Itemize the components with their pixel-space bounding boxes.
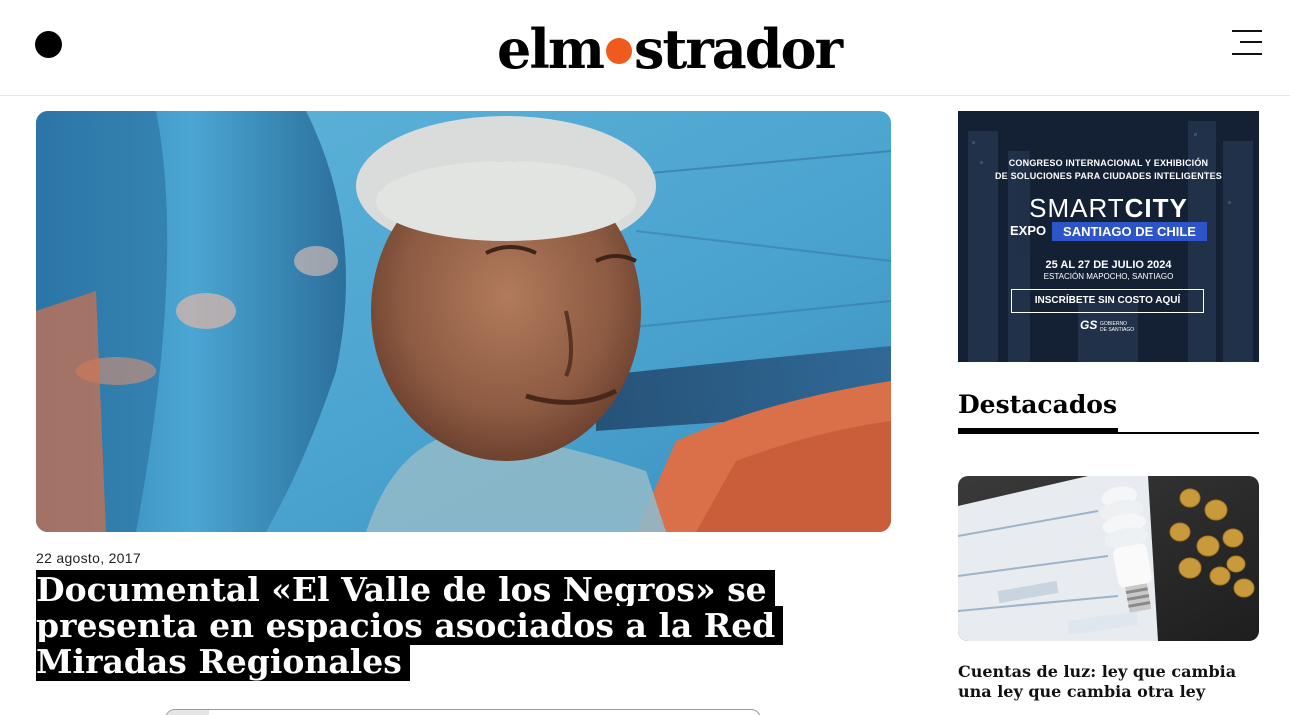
- ad-sponsor-logo: GS: [1080, 318, 1098, 332]
- ad-expo-label: EXPO: [1010, 223, 1047, 238]
- hamburger-menu-icon[interactable]: [1230, 30, 1262, 56]
- logo-text-start: elm: [497, 17, 605, 81]
- logo-dot-icon: [606, 37, 633, 64]
- ad-dates: 25 AL 27 DE JULIO 2024: [1045, 259, 1172, 271]
- section-divider-accent: [958, 428, 1118, 433]
- logo-text-end: strador: [634, 17, 843, 81]
- share-bar-handle: [166, 710, 209, 715]
- article-date: 22 agosto, 2017: [36, 550, 141, 566]
- share-bar[interactable]: [165, 709, 761, 715]
- article-title-text: Documental «El Valle de los Negros» se p…: [36, 570, 784, 681]
- site-logo[interactable]: elm strador: [497, 17, 843, 81]
- featured-card-title[interactable]: Cuentas de luz: ley que cambia una ley q…: [958, 662, 1258, 702]
- circle-icon[interactable]: [35, 31, 62, 58]
- section-title-destacados: Destacados: [958, 390, 1118, 419]
- ad-smartcity-logo: SMARTCITY: [1029, 193, 1188, 223]
- article-hero-image[interactable]: [36, 111, 891, 532]
- smartcity-ad-banner[interactable]: CONGRESO INTERNACIONAL Y EXHIBICIÓN DE S…: [958, 111, 1259, 362]
- featured-card-image[interactable]: [958, 476, 1259, 641]
- ad-expo-location: SANTIAGO DE CHILE: [1052, 222, 1207, 241]
- ad-venue: ESTACIÓN MAPOCHO, SANTIAGO: [1043, 272, 1174, 281]
- ad-line-1: CONGRESO INTERNACIONAL Y EXHIBICIÓN: [1008, 158, 1209, 168]
- site-header: elm strador: [0, 0, 1290, 96]
- article-title: Documental «El Valle de los Negros» se p…: [36, 570, 896, 681]
- ad-line-2: DE SOLUCIONES PARA CIUDADES INTELIGENTES: [994, 171, 1223, 181]
- ad-sponsor-name: GOBIERNO DE SANTIAGO: [1100, 321, 1135, 333]
- ad-cta-button[interactable]: INSCRÍBETE SIN COSTO AQUÍ: [1011, 289, 1204, 313]
